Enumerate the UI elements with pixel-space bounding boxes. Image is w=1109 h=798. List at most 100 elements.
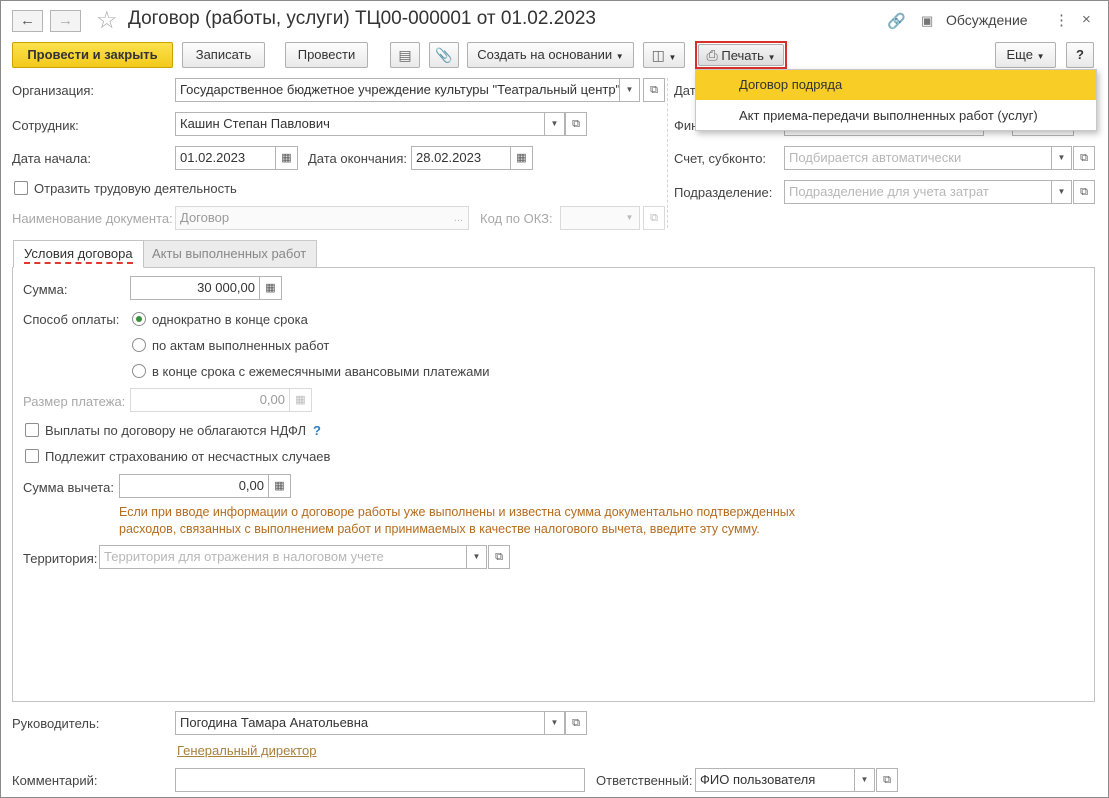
dept-open-icon[interactable]: ⧉: [1073, 180, 1095, 204]
pay-option-radio-3[interactable]: [132, 364, 146, 378]
org-open-icon[interactable]: ⧉: [643, 78, 665, 102]
report-generate-icon[interactable]: ◫ ▼: [643, 42, 685, 68]
employee-label: Сотрудник:: [12, 118, 79, 133]
org-field[interactable]: Государственное бюджетное учреждение кул…: [175, 78, 620, 102]
territory-label: Территория:: [23, 551, 98, 566]
close-icon[interactable]: ×: [1082, 11, 1091, 28]
pay-option-label-2: по актам выполненных работ: [152, 338, 330, 353]
dept-label: Подразделение:: [674, 185, 773, 200]
more-vertical-icon[interactable]: ⋮: [1054, 11, 1069, 29]
org-dropdown-icon[interactable]: ▼: [620, 78, 640, 102]
reflect-work-label: Отразить трудовую деятельность: [34, 181, 237, 196]
comment-field[interactable]: [175, 768, 585, 792]
more-label: Еще: [1006, 47, 1033, 62]
comment-label: Комментарий:: [12, 773, 98, 788]
print-label: Печать: [721, 48, 764, 63]
discussion-icon[interactable]: ▣: [921, 13, 933, 29]
end-date-label: Дата окончания:: [308, 151, 407, 166]
payment-size-label: Размер платежа:: [23, 394, 126, 409]
start-date-label: Дата начала:: [12, 151, 91, 166]
save-button[interactable]: Записать: [182, 42, 265, 68]
discussion-link[interactable]: Обсуждение: [946, 12, 1028, 28]
column-divider: [667, 78, 668, 228]
account-label: Счет, субконто:: [674, 151, 767, 166]
deduction-hint: Если при вводе информации о договоре раб…: [119, 505, 796, 536]
right-date-label: Дат: [674, 83, 696, 98]
end-calendar-icon[interactable]: ▦: [511, 146, 533, 170]
account-open-icon[interactable]: ⧉: [1073, 146, 1095, 170]
attachment-icon[interactable]: 📎: [429, 42, 459, 68]
dept-dropdown-icon[interactable]: ▼: [1052, 180, 1072, 204]
document-window: ← → ☆ Договор (работы, услуги) ТЦ00-0000…: [0, 0, 1109, 798]
territory-open-icon[interactable]: ⧉: [488, 545, 510, 569]
ndfl-help-icon[interactable]: ?: [313, 423, 321, 438]
journal-icon[interactable]: ▤: [390, 42, 420, 68]
forward-arrow-icon[interactable]: →: [50, 10, 81, 32]
head-label: Руководитель:: [12, 716, 100, 731]
reflect-work-checkbox[interactable]: [14, 181, 28, 195]
docname-label: Наименование документа:: [12, 211, 173, 226]
print-menu: Договор подряда Акт приема-передачи выпо…: [695, 69, 1097, 131]
account-field[interactable]: Подбирается автоматически: [784, 146, 1052, 170]
printer-icon: ⎙: [706, 47, 718, 63]
deduction-calculator-icon[interactable]: ▦: [269, 474, 291, 498]
docname-field: Договор: [175, 206, 450, 230]
post-button[interactable]: Провести: [285, 42, 368, 68]
pay-option-label-3: в конце срока с ежемесячными авансовыми …: [152, 364, 490, 379]
help-button[interactable]: ?: [1066, 42, 1094, 68]
okz-dropdown-icon: ▼: [620, 206, 640, 230]
sum-calculator-icon[interactable]: ▦: [260, 276, 282, 300]
pay-method-label: Способ оплаты:: [23, 312, 120, 327]
head-open-icon[interactable]: ⧉: [565, 711, 587, 735]
sum-label: Сумма:: [23, 282, 68, 297]
sum-field[interactable]: 30 000,00: [130, 276, 260, 300]
link-icon[interactable]: 🔗: [887, 12, 906, 30]
create-based-on-button[interactable]: Создать на основании ▼: [467, 42, 634, 68]
okz-open-icon: ⧉: [643, 206, 665, 230]
okz-field: [560, 206, 621, 230]
insurance-checkbox[interactable]: [25, 449, 39, 463]
start-date-field[interactable]: 01.02.2023: [175, 146, 276, 170]
deduction-field[interactable]: 0,00: [119, 474, 269, 498]
okz-label: Код по ОКЗ:: [480, 211, 553, 226]
head-field[interactable]: Погодина Тамара Анатольевна: [175, 711, 545, 735]
window-title: Договор (работы, услуги) ТЦ00-000001 от …: [128, 8, 596, 29]
docname-select-icon: ...: [449, 206, 469, 230]
head-dropdown-icon[interactable]: ▼: [545, 711, 565, 735]
ndfl-checkbox[interactable]: [25, 423, 39, 437]
payment-size-field: 0,00: [130, 388, 290, 412]
tab-conditions[interactable]: Условия договора: [13, 240, 144, 268]
pay-option-radio-2[interactable]: [132, 338, 146, 352]
head-position-link[interactable]: Генеральный директор: [177, 743, 316, 758]
org-label: Организация:: [12, 83, 95, 98]
responsible-open-icon[interactable]: ⧉: [876, 768, 898, 792]
pay-option-radio-1[interactable]: [132, 312, 146, 326]
employee-dropdown-icon[interactable]: ▼: [545, 112, 565, 136]
print-menu-item-contract[interactable]: Договор подряда: [696, 70, 1096, 100]
account-dropdown-icon[interactable]: ▼: [1052, 146, 1072, 170]
more-button[interactable]: Еще ▼: [995, 42, 1056, 68]
territory-dropdown-icon[interactable]: ▼: [467, 545, 487, 569]
deduction-label: Сумма вычета:: [23, 480, 114, 495]
dept-field[interactable]: Подразделение для учета затрат: [784, 180, 1052, 204]
ndfl-label: Выплаты по договору не облагаются НДФЛ: [45, 423, 306, 438]
end-date-field[interactable]: 28.02.2023: [411, 146, 511, 170]
responsible-field[interactable]: ФИО пользователя: [695, 768, 855, 792]
insurance-label: Подлежит страхованию от несчастных случа…: [45, 449, 331, 464]
tab-acts[interactable]: Акты выполненных работ: [141, 240, 318, 268]
start-calendar-icon[interactable]: ▦: [276, 146, 298, 170]
create-based-on-label: Создать на основании: [477, 47, 613, 62]
territory-field[interactable]: Территория для отражения в налоговом уче…: [99, 545, 467, 569]
employee-field[interactable]: Кашин Степан Павлович: [175, 112, 545, 136]
back-arrow-icon[interactable]: ←: [12, 10, 43, 32]
employee-open-icon[interactable]: ⧉: [565, 112, 587, 136]
responsible-label: Ответственный:: [596, 773, 693, 788]
payment-size-calculator-icon: ▦: [290, 388, 312, 412]
print-button[interactable]: ⎙ Печать ▼: [698, 44, 784, 66]
favorite-star-icon[interactable]: ☆: [96, 6, 118, 35]
tab-conditions-label: Условия договора: [24, 246, 133, 264]
pay-option-label-1: однократно в конце срока: [152, 312, 308, 327]
print-menu-item-act[interactable]: Акт приема-передачи выполненных работ (у…: [696, 101, 1096, 131]
responsible-dropdown-icon[interactable]: ▼: [855, 768, 875, 792]
post-and-close-button[interactable]: Провести и закрыть: [12, 42, 173, 68]
